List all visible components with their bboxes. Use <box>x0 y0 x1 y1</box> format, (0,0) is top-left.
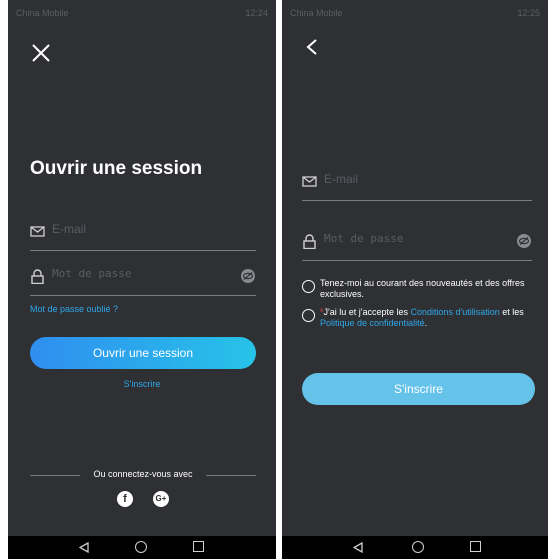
newsletter-radio[interactable] <box>302 280 315 293</box>
email-field[interactable]: E-mail <box>302 168 532 201</box>
nav-home-icon[interactable] <box>135 541 147 553</box>
status-bar: China Mobile 12:24 <box>8 0 276 26</box>
status-bar: China Mobile 12:25 <box>282 0 548 26</box>
signup-screen: China Mobile 12:25 E-mail Mot de passe T… <box>282 0 548 559</box>
newsletter-option[interactable]: Tenez-moi au courant des nouveautés et d… <box>302 278 532 302</box>
lock-icon <box>303 234 316 249</box>
login-button[interactable]: Ouvrir une session <box>30 337 256 369</box>
terms-radio[interactable] <box>302 309 315 322</box>
login-screen: China Mobile 12:24 Ouvrir une session E-… <box>8 0 276 559</box>
email-field[interactable]: E-mail <box>30 218 256 251</box>
nav-home-icon[interactable] <box>412 541 424 553</box>
conditions-link[interactable]: Conditions d'utilisation <box>411 307 500 317</box>
nav-back-icon[interactable] <box>353 542 363 553</box>
back-arrow-icon[interactable] <box>304 38 320 56</box>
system-nav-bar <box>8 536 276 559</box>
terms-option[interactable]: *J'ai lu et j'accepte les Conditions d'u… <box>302 307 532 331</box>
status-time: 12:25 <box>517 8 540 18</box>
status-time: 12:24 <box>245 8 268 18</box>
email-placeholder: E-mail <box>52 222 87 236</box>
privacy-link[interactable]: Politique de confidentialité <box>320 318 425 328</box>
password-placeholder: Mot de passe <box>324 232 404 245</box>
mail-icon <box>302 176 317 187</box>
close-icon[interactable] <box>30 42 52 64</box>
terms-text: *J'ai lu et j'accepte les Conditions d'u… <box>320 307 532 329</box>
lock-icon <box>31 269 44 284</box>
social-divider: Ou connectez-vous avec <box>30 468 256 482</box>
system-nav-bar <box>282 536 548 559</box>
status-carrier: China Mobile <box>16 8 69 18</box>
signup-button[interactable]: S'inscrire <box>302 373 535 405</box>
mail-icon <box>30 226 45 237</box>
password-field[interactable]: Mot de passe <box>30 263 256 296</box>
divider-line-right <box>206 475 256 476</box>
facebook-icon[interactable]: f <box>117 491 133 507</box>
password-placeholder: Mot de passe <box>52 267 132 280</box>
nav-recent-icon[interactable] <box>470 541 481 552</box>
nav-back-icon[interactable] <box>79 542 89 553</box>
page-title: Ouvrir une session <box>30 158 203 179</box>
forgot-password-link[interactable]: Mot de passe oublié ? <box>30 304 118 314</box>
social-divider-text: Ou connectez-vous avec <box>93 469 193 479</box>
eye-hidden-icon[interactable] <box>516 233 532 249</box>
password-field[interactable]: Mot de passe <box>302 228 532 261</box>
nav-recent-icon[interactable] <box>193 541 204 552</box>
email-placeholder: E-mail <box>324 172 359 186</box>
newsletter-text: Tenez-moi au courant des nouveautés et d… <box>320 278 525 299</box>
eye-hidden-icon[interactable] <box>240 268 256 284</box>
terms-middle: et les <box>499 307 524 317</box>
google-plus-icon[interactable]: G+ <box>153 491 169 507</box>
terms-prefix: J'ai lu et j'accepte les <box>323 307 411 317</box>
terms-suffix: . <box>424 318 428 328</box>
status-carrier: China Mobile <box>290 8 343 18</box>
register-link[interactable]: S'inscrire <box>8 379 276 389</box>
